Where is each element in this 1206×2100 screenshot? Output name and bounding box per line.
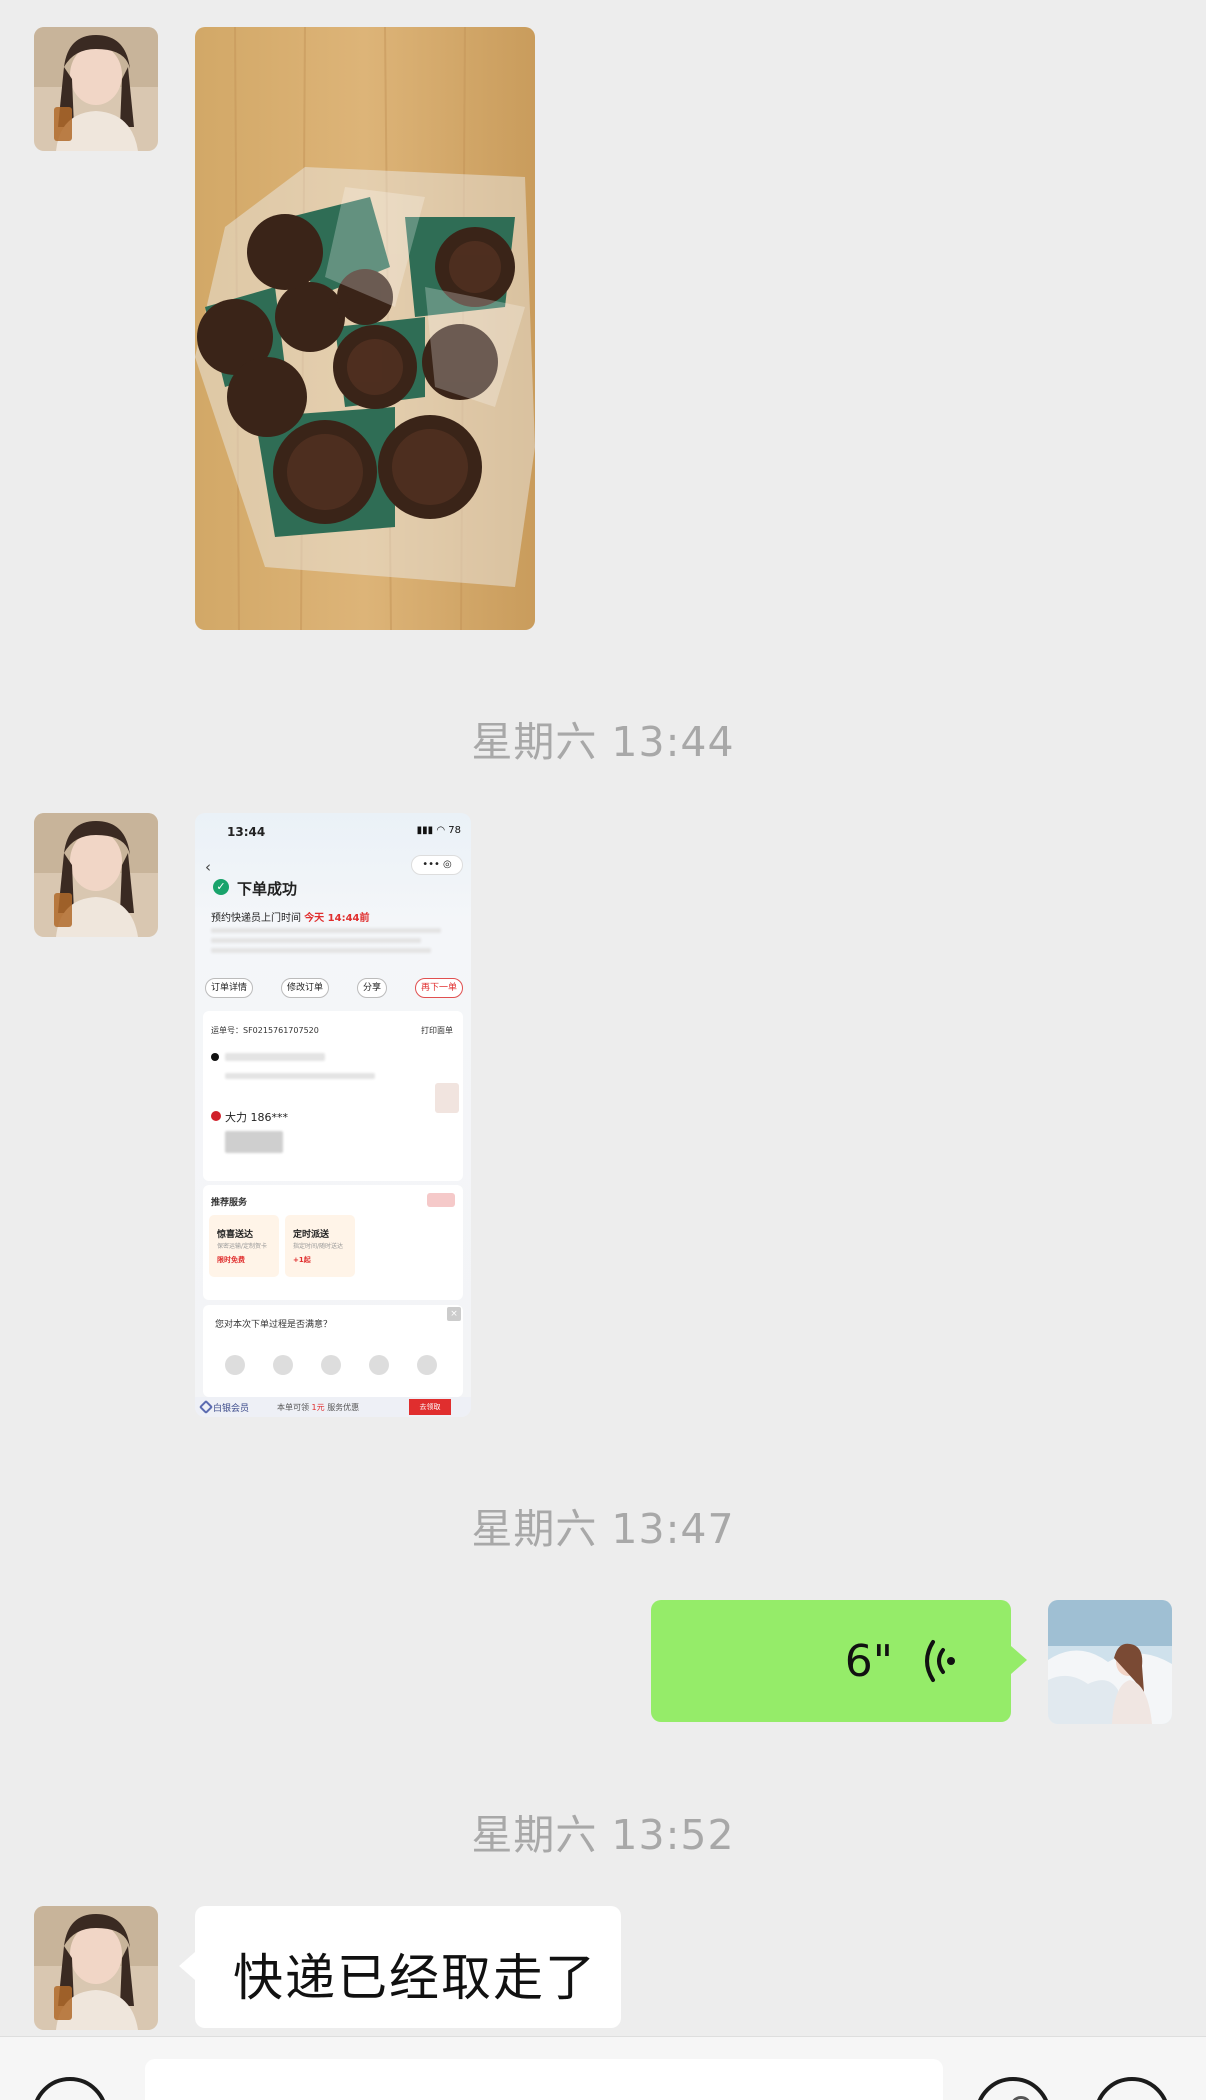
courier-avatar [435,1083,459,1113]
member-banner: 白银会员 本单可领 1元 服务优惠 去领取 [195,1397,471,1417]
pickup-time-label: 预约快递员上门时间 [211,913,301,924]
recommend-tag [427,1193,455,1207]
service-price: +1起 [293,1256,311,1264]
miniapp-capsule: ••• ◎ [411,855,463,875]
contact-avatar[interactable] [34,1906,158,2030]
contact-avatar[interactable] [34,27,158,151]
member-offer-suffix: 服务优惠 [327,1403,360,1412]
order-action-buttons: 订单详情 修改订单 分享 再下一单 [205,978,463,998]
emoji-button[interactable] [975,2077,1051,2100]
pickup-time: 预约快递员上门时间 今天 14:44前 [211,909,370,924]
survey-card: 您对本次下单过程是否满意？ × [203,1305,463,1397]
member-level: 白银会员 [213,1404,250,1414]
recommend-card: 推荐服务 惊喜送达 保密运输/定制贺卡 限时免费 定时派送 指定时间/随时送达 … [203,1185,463,1300]
order-screenshot[interactable]: 13:44 ▮▮▮ ◠ 78 ‹ ••• ◎ ✓ 下单成功 预约快递员上门时间 … [195,813,471,1417]
diamond-icon [198,1399,214,1415]
member-claim-button: 去领取 [409,1399,451,1415]
waybill-card: 运单号：SF0215761707520 打印面单 大力 186*** [203,1011,463,1181]
voice-toggle-button[interactable] [32,2077,108,2100]
service-desc: 保密运输/定制贺卡 [217,1243,268,1250]
service-name: 惊喜送达 [217,1230,254,1240]
text-message: 快递已经取走了 [233,1949,597,2007]
sender-dot-icon [211,1053,219,1061]
service-desc: 指定时间/随时送达 [293,1243,344,1250]
emoji-angry-icon [225,1355,245,1375]
reorder-button: 再下一单 [414,978,463,998]
close-icon: × [447,1307,461,1321]
receiver-dot-icon [211,1111,221,1121]
more-plus-button[interactable] [1094,2077,1170,2100]
emoji-happy-icon [417,1355,437,1375]
member-offer-prefix: 本单可领 [277,1403,309,1412]
timestamp-3: 星期六 13:52 [471,1811,735,1859]
pickup-time-value: 今天 14:44前 [304,913,370,924]
back-chevron-icon: ‹ [205,858,211,876]
success-check-icon: ✓ [213,879,229,895]
contact-avatar[interactable] [34,813,158,937]
emoji-smile-icon [369,1355,389,1375]
message-input[interactable] [145,2059,1032,2100]
order-detail-button: 订单详情 [205,978,254,998]
service-name: 定时派送 [293,1230,330,1240]
modify-order-button: 修改订单 [280,978,329,998]
timestamp-1: 星期六 13:44 [471,718,735,766]
receiver-name: 大力 186*** [225,1111,288,1124]
notice-lines [211,925,461,953]
order-success-title: 下单成功 [237,880,298,898]
chat-input-bar [0,2036,1206,2100]
my-avatar[interactable] [1048,1600,1172,1724]
share-button: 分享 [356,978,387,998]
battery-level: 78 [448,825,461,836]
service-card: 定时派送 指定时间/随时送达 +1起 [285,1215,355,1277]
service-card: 惊喜送达 保密运输/定制贺卡 限时免费 [209,1215,279,1277]
service-price: 限时免费 [217,1256,245,1264]
voice-wave-icon [925,1640,955,1682]
print-label-link: 打印面单 [421,1026,453,1035]
screenshot-status-time: 13:44 [227,825,266,839]
member-offer-amount: 1元 [311,1403,325,1412]
voice-message-bubble[interactable]: 6" [651,1600,1027,1722]
screenshot-status-icons: ▮▮▮ ◠ 78 [416,825,461,836]
survey-question: 您对本次下单过程是否满意？ [215,1320,333,1330]
waybill-number: 运单号：SF0215761707520 [211,1026,319,1035]
recommend-title: 推荐服务 [211,1198,248,1208]
timestamp-2: 星期六 13:47 [471,1505,735,1553]
voice-duration: 6" [844,1636,893,1687]
member-offer: 本单可领 1元 服务优惠 [277,1402,359,1413]
emoji-sad-icon [273,1355,293,1375]
emoji-neutral-icon [321,1355,341,1375]
text-message-bubble[interactable]: 快递已经取走了 [179,1906,621,2028]
mooncake-photo[interactable] [195,27,535,630]
